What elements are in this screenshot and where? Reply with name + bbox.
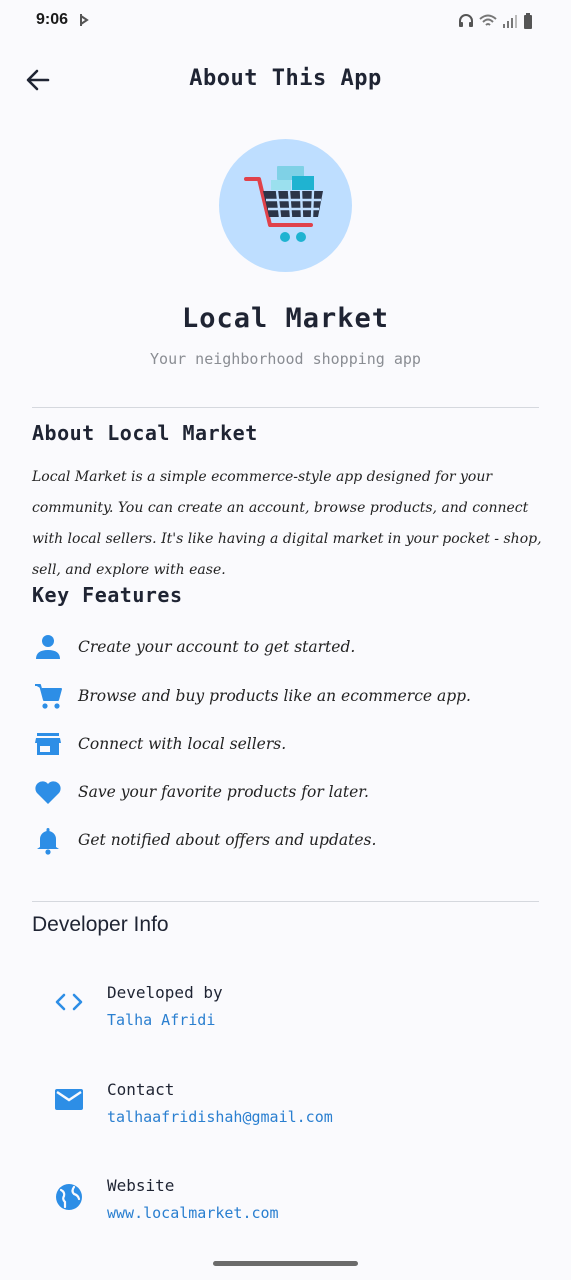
developer-label: Developed by (107, 983, 223, 1002)
feature-item: Save your favorite products for later. (32, 775, 542, 809)
developer-section-title: Developer Info (32, 913, 169, 936)
status-time: 9:06 (36, 11, 69, 28)
feature-label: Connect with local sellers. (78, 735, 287, 753)
heart-icon (35, 781, 61, 804)
app-name: Local Market (181, 303, 390, 334)
headphones-icon (459, 14, 473, 27)
divider (32, 407, 539, 408)
feature-item: Connect with local sellers. (32, 727, 542, 761)
contact-label: Contact (107, 1080, 175, 1099)
battery-icon (524, 13, 532, 29)
about-section-title: About Local Market (32, 421, 258, 445)
feature-label: Create your account to get started. (78, 638, 356, 656)
website-info-item[interactable]: Website www.localmarket.com (52, 1176, 532, 1236)
contact-email-link[interactable]: talhaafridishah@gmail.com (107, 1108, 333, 1126)
status-icons (458, 11, 533, 31)
store-icon (35, 733, 61, 755)
features-section-title: Key Features (32, 583, 183, 607)
signal-icon (503, 15, 517, 28)
website-label: Website (107, 1176, 175, 1195)
home-indicator[interactable] (213, 1261, 358, 1266)
email-icon (55, 1089, 83, 1110)
wifi-icon (479, 14, 497, 26)
about-description: Local Market is a simple ecommerce-style… (32, 469, 542, 578)
person-icon (36, 635, 60, 659)
shopping-cart-icon (35, 684, 62, 709)
feature-item: Browse and buy products like an ecommerc… (32, 679, 542, 713)
website-link[interactable]: www.localmarket.com (107, 1204, 279, 1222)
app-tagline: Your neighborhood shopping app (150, 350, 421, 368)
developer-info-item[interactable]: Developed by Talha Afridi (52, 983, 532, 1043)
feature-label: Save your favorite products for later. (78, 783, 369, 801)
notification-icon (80, 14, 89, 26)
globe-icon (56, 1184, 82, 1210)
feature-item: Get notified about offers and updates. (32, 823, 542, 857)
developer-name: Talha Afridi (107, 1011, 216, 1029)
divider (32, 901, 539, 902)
feature-label: Get notified about offers and updates. (78, 831, 377, 849)
shopping-cart-logo-icon (244, 166, 323, 242)
code-icon (55, 993, 83, 1011)
bell-icon (37, 828, 59, 855)
contact-info-item[interactable]: Contact talhaafridishah@gmail.com (52, 1080, 532, 1140)
page-title: About This App (189, 66, 382, 91)
feature-item: Create your account to get started. (32, 630, 542, 664)
feature-label: Browse and buy products like an ecommerc… (78, 687, 471, 705)
app-logo (219, 139, 352, 272)
